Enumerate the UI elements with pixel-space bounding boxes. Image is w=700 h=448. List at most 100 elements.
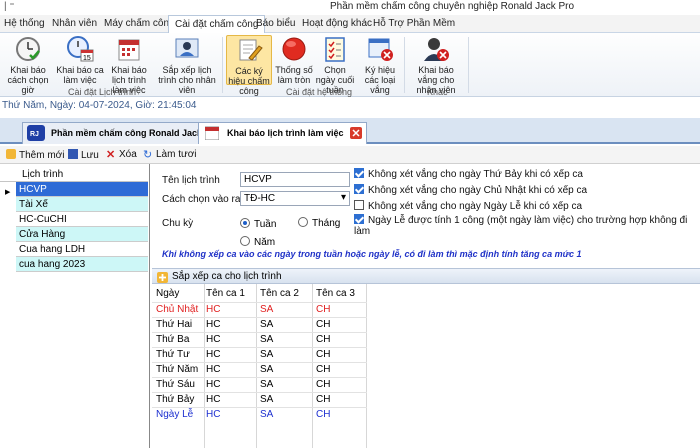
grid-day-cell[interactable]: Thứ Ba (156, 334, 189, 345)
user-x-icon (422, 35, 450, 63)
grid-day-cell[interactable]: Thứ Hai (156, 319, 192, 330)
khai-bao-ca-lam-viec-button[interactable]: 15 Khai báo ca làm việc (56, 35, 104, 85)
grid-shift-cell[interactable]: SA (260, 379, 273, 390)
khai-bao-cach-chon-gio-button[interactable]: Khai báo cách chọn giờ (2, 35, 54, 95)
date-bar: Thứ Năm, Ngày: 04-07-2024, Giờ: 21:45:04 (0, 98, 700, 116)
group-separator (468, 37, 469, 93)
grid-shift-cell[interactable]: CH (316, 319, 330, 330)
grid-section-header: Sắp xếp ca cho lịch trình (152, 268, 700, 284)
schedule-user-icon (173, 35, 201, 63)
no-absence-saturday-checkbox[interactable]: Không xét vắng cho ngày Thứ Bảy khi có x… (354, 168, 583, 180)
grid-shift-cell[interactable]: CH (316, 334, 330, 345)
grid-shift-cell[interactable]: SA (260, 304, 273, 315)
cycle-week-radio[interactable]: Tuần (240, 218, 276, 230)
chon-ngay-cuoi-tuan-button[interactable]: Chọn ngày cuối tuần (314, 35, 356, 95)
quick-access-toolbar[interactable]: | ⁼ (4, 1, 15, 12)
grid-shift-cell[interactable]: HC (206, 304, 220, 315)
grid-shift-cell[interactable]: SA (260, 394, 273, 405)
inout-select[interactable]: TĐ-HC ▾ (240, 191, 350, 206)
column-header: Tên ca 3 (316, 288, 355, 299)
no-absence-holiday-checkbox[interactable]: Không xét vắng cho ngày Ngày Lễ khi có x… (354, 200, 582, 212)
cycle-month-radio[interactable]: Tháng (298, 217, 340, 229)
grid-shift-cell[interactable]: CH (316, 379, 330, 390)
list-item[interactable]: Cửa Hàng (16, 227, 148, 242)
info-note: Khi không xếp ca vào các ngày trong tuần… (162, 249, 582, 259)
khai-bao-lich-trinh-button[interactable]: Khai báo lịch trình làm việc (104, 35, 154, 95)
list-item[interactable]: cua hang 2023 (16, 257, 148, 272)
grid-day-cell[interactable]: Thứ Năm (156, 364, 198, 375)
grid-shift-cell[interactable]: CH (316, 349, 330, 360)
grid-shift-cell[interactable]: SA (260, 334, 273, 345)
grid-shift-cell[interactable]: CH (316, 394, 330, 405)
delete-button[interactable]: ✕ Xóa (106, 149, 137, 161)
schedule-name-field[interactable]: HCVP (240, 172, 350, 187)
khai-bao-vang-nhan-vien-button[interactable]: Khai báo vắng cho nhân viên (408, 35, 464, 95)
holiday-one-workday-checkbox[interactable]: Ngày Lễ được tính 1 công (một ngày làm v… (354, 214, 700, 237)
menu-may-cham-cong[interactable]: Máy chấm công (104, 18, 175, 29)
grid-shift-cell[interactable]: HC (206, 349, 220, 360)
grid-shift-cell[interactable]: HC (206, 409, 220, 420)
cycle-year-radio[interactable]: Năm (240, 236, 275, 248)
grid-shift-cell[interactable]: CH (316, 304, 330, 315)
grid-shift-cell[interactable]: SA (260, 319, 273, 330)
group-label-lich-trinh: Cài đặt Lịch trình (68, 87, 137, 97)
column-header: Tên ca 2 (260, 288, 299, 299)
menu-he-thong[interactable]: Hệ thống (4, 18, 45, 29)
schedule-form: Tên lịch trình HCVP Cách chọn vào ra TĐ-… (152, 164, 700, 268)
plus-icon (6, 149, 16, 159)
sap-xep-lich-trinh-button[interactable]: Sắp xếp lịch trình cho nhân viên (154, 35, 220, 95)
grid-shift-cell[interactable]: SA (260, 409, 273, 420)
list-item[interactable]: Cua hang LDH (16, 242, 148, 257)
grid-shift-cell[interactable]: HC (206, 334, 220, 345)
tab-label: Khai báo lịch trình làm việc (227, 128, 344, 138)
tab-khai-bao-lich-trinh[interactable]: Khai báo lịch trình làm việc (198, 122, 367, 144)
grid-day-cell[interactable]: Thứ Tư (156, 349, 190, 360)
no-absence-sunday-checkbox[interactable]: Không xét vắng cho ngày Chủ Nhật khi có … (354, 184, 587, 196)
menu-ho-tro[interactable]: Hỗ Trợ Phần Mềm (373, 18, 455, 29)
calendar-icon (115, 35, 143, 63)
list-item[interactable]: Tài Xế (16, 197, 148, 212)
name-label: Tên lịch trình (162, 175, 220, 186)
menu-cai-dat-cham-cong[interactable]: Cài đặt chấm công (168, 15, 266, 34)
save-button[interactable]: Lưu (68, 149, 99, 161)
grid-shift-cell[interactable]: HC (206, 319, 220, 330)
thong-so-lam-tron-button[interactable]: Thống số làm tròn (274, 35, 314, 85)
plus-icon (157, 272, 168, 283)
refresh-button[interactable]: ↻ Làm tươi (143, 149, 196, 161)
menu-bao-bieu[interactable]: Báo biểu (256, 18, 295, 29)
grid-shift-cell[interactable]: SA (260, 349, 273, 360)
toolbar: Thêm mới Lưu ✕ Xóa ↻ Làm tươi (0, 146, 700, 164)
add-button[interactable]: Thêm mới (6, 149, 64, 161)
grid-day-cell[interactable]: Chủ Nhật (156, 304, 198, 315)
grid-title: Sắp xếp ca cho lịch trình (172, 271, 282, 282)
cac-ky-hieu-cham-cong-button[interactable]: Các ký hiệu chấm công (226, 35, 272, 96)
row-pointer-icon: ▶ (5, 189, 11, 196)
list-item[interactable]: HC-CuCHI (16, 212, 148, 227)
grid-shift-cell[interactable]: HC (206, 394, 220, 405)
grid-shift-cell[interactable]: HC (206, 364, 220, 375)
list-item[interactable]: HCVP (16, 182, 148, 197)
group-separator (404, 37, 405, 93)
refresh-icon: ↻ (143, 149, 153, 161)
tab-label: Phần mềm chấm công Ronald Jack Pro (51, 128, 220, 138)
calendar-icon (205, 126, 219, 140)
grid-shift-cell[interactable]: HC (206, 379, 220, 390)
ribbon-label: Thống số làm tròn (275, 65, 313, 85)
menu-hoat-dong-khac[interactable]: Hoạt động khác (302, 18, 372, 29)
group-separator (222, 37, 223, 93)
clock-check-icon (14, 35, 42, 63)
clock-calendar-icon: 15 (66, 35, 94, 63)
menu-nhan-vien[interactable]: Nhân viên (52, 18, 97, 29)
close-icon[interactable] (349, 127, 362, 139)
grid-shift-cell[interactable]: CH (316, 409, 330, 420)
grid-shift-cell[interactable]: SA (260, 364, 273, 375)
grid-day-cell[interactable]: Ngày Lễ (156, 409, 193, 420)
grid-day-cell[interactable]: Thứ Bảy (156, 394, 194, 405)
column-header: Ngày (156, 288, 180, 299)
ribbon-label: Khai báo cách chọn giờ (7, 65, 49, 95)
grid-day-cell[interactable]: Thứ Sáu (156, 379, 195, 390)
ky-hieu-loai-vang-button[interactable]: Ký hiệu các loại vắng (358, 35, 402, 95)
list-header: Lịch trình (0, 166, 148, 182)
app-logo-icon: RJ (27, 125, 45, 141)
grid-shift-cell[interactable]: CH (316, 364, 330, 375)
